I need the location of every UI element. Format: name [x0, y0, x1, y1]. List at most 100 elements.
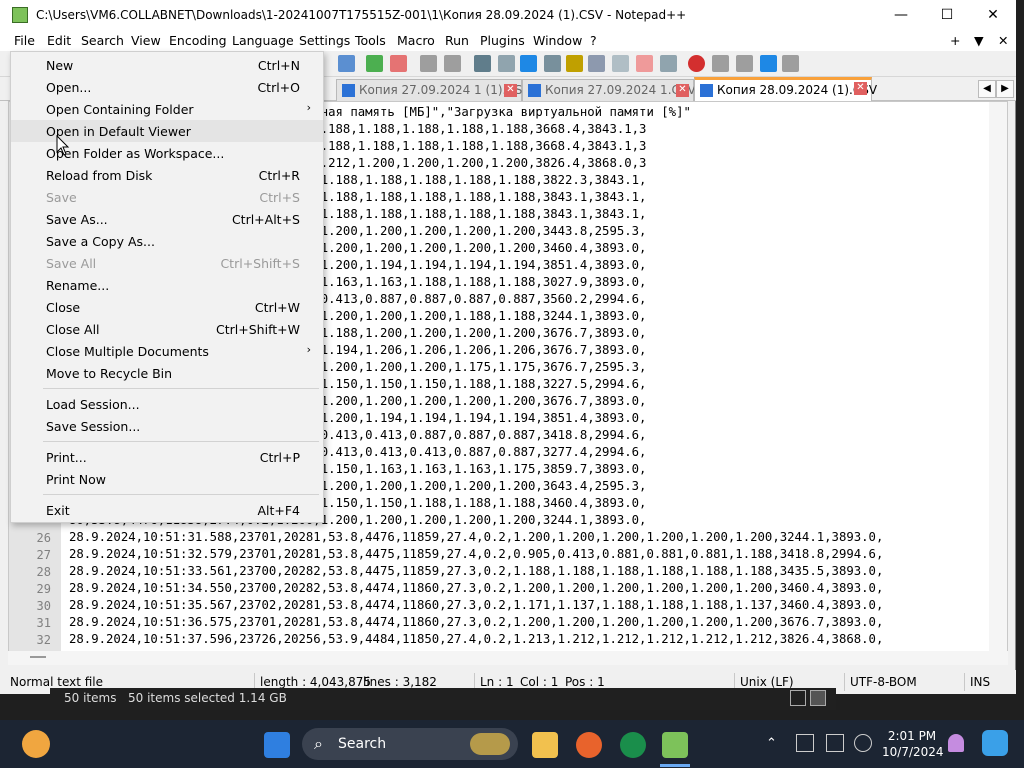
line-number: 27: [36, 548, 51, 562]
close-tab-icon[interactable]: ✕: [676, 84, 689, 97]
function-list-icon[interactable]: [588, 55, 605, 72]
file-icon: [342, 84, 355, 97]
file-explorer-icon[interactable]: [532, 732, 558, 758]
windows-start-icon[interactable]: [264, 732, 290, 758]
menu-item-reload-from-disk[interactable]: Reload from Disk Ctrl+R: [11, 164, 323, 186]
menu-file[interactable]: File: [14, 33, 35, 48]
tab-kopiya-27-09-2024-1-1[interactable]: Копия 27.09.2024 1 (1).CSV ✕: [336, 79, 531, 101]
display-icon[interactable]: [826, 734, 844, 752]
status-insert-mode: INS: [970, 675, 991, 689]
weather-icon[interactable]: [22, 730, 50, 758]
folder-as-workspace-icon[interactable]: [612, 55, 629, 72]
menu-help[interactable]: ?: [590, 33, 597, 48]
menu-encoding[interactable]: Encoding: [169, 33, 227, 48]
submenu-arrow-icon: ›: [306, 343, 311, 356]
indent-guide-icon[interactable]: [520, 55, 537, 72]
title-bar[interactable]: C:\Users\VM6.COLLABNET\Downloads\1-20241…: [0, 0, 1016, 30]
lang-udl-icon[interactable]: [544, 55, 561, 72]
menu-edit[interactable]: Edit: [47, 33, 71, 48]
vertical-scrollbar[interactable]: [989, 102, 1007, 664]
active-app-indicator: [660, 764, 690, 767]
menu-item-close-multiple-documents[interactable]: Close Multiple Documents ›: [11, 340, 323, 362]
network-icon[interactable]: [796, 734, 814, 752]
app-leaf-icon[interactable]: [620, 732, 646, 758]
tab-kopiya-27-09-2024-1[interactable]: Копия 27.09.2024 1.CSV ✕: [522, 79, 696, 101]
show-hidden-icons-icon[interactable]: ⌃: [766, 736, 777, 751]
menu-separator: [43, 388, 319, 389]
tab-scroll-right-button[interactable]: ▶: [996, 80, 1014, 98]
menu-search[interactable]: Search: [81, 33, 124, 48]
replace-icon[interactable]: [338, 55, 355, 72]
zoom-in-icon[interactable]: [366, 55, 383, 72]
tiles-view-icon[interactable]: [810, 690, 826, 706]
line-number: 28: [36, 565, 51, 579]
volume-icon[interactable]: [854, 734, 872, 752]
code-line: 28.9.2024,10:51:31.588,23701,20281,53.8,…: [69, 530, 884, 544]
zoom-out-icon[interactable]: [390, 55, 407, 72]
menu-item-save-a-copy-as[interactable]: Save a Copy As...: [11, 230, 323, 252]
menu-item-move-to-recycle-bin[interactable]: Move to Recycle Bin: [11, 362, 323, 384]
menu-view[interactable]: View: [131, 33, 161, 48]
stop-macro-icon[interactable]: [712, 55, 729, 72]
menu-item-rename[interactable]: Rename...: [11, 274, 323, 296]
taskbar-search-box[interactable]: ⌕ Search: [302, 728, 518, 760]
tab-scroll-left-button[interactable]: ◀: [978, 80, 996, 98]
menu-window[interactable]: Window: [533, 33, 582, 48]
new-tab-button[interactable]: +: [950, 33, 960, 48]
menu-item-save[interactable]: Save Ctrl+S: [11, 186, 323, 208]
menu-item-open[interactable]: Open... Ctrl+O: [11, 76, 323, 98]
menu-run[interactable]: Run: [445, 33, 469, 48]
doc-map-icon[interactable]: [566, 55, 583, 72]
search-icon: ⌕: [314, 734, 323, 753]
status-length: length : 4,043,875: [260, 675, 371, 689]
details-view-icon[interactable]: [790, 690, 806, 706]
menu-tools[interactable]: Tools: [355, 33, 386, 48]
doc-switcher-icon[interactable]: [636, 55, 653, 72]
menu-item-open-containing-folder[interactable]: Open Containing Folder ›: [11, 98, 323, 120]
menu-bar: File Edit Search View Encoding Language …: [0, 30, 1016, 51]
notepad-plus-plus-window: C:\Users\VM6.COLLABNET\Downloads\1-20241…: [0, 0, 1016, 694]
play-macro-icon[interactable]: [736, 55, 753, 72]
close-tab-icon[interactable]: ✕: [854, 82, 867, 95]
tab-list-button[interactable]: ▼: [974, 33, 984, 48]
menu-item-close[interactable]: Close Ctrl+W: [11, 296, 323, 318]
menu-item-exit[interactable]: Exit Alt+F4: [11, 499, 323, 521]
save-macro-icon[interactable]: [782, 55, 799, 72]
show-all-characters-icon[interactable]: [498, 55, 515, 72]
monitoring-icon[interactable]: [660, 55, 677, 72]
record-macro-icon[interactable]: [688, 55, 705, 72]
word-wrap-icon[interactable]: [474, 55, 491, 72]
search-label: Search: [338, 736, 387, 752]
notification-bell-icon[interactable]: [948, 734, 964, 752]
menu-item-print[interactable]: Print... Ctrl+P: [11, 446, 323, 468]
copilot-icon[interactable]: [982, 730, 1008, 756]
menu-item-new[interactable]: New Ctrl+N: [11, 54, 323, 76]
code-line: 28.9.2024,10:51:33.561,23700,20282,53.8,…: [69, 564, 884, 578]
menu-item-print-now[interactable]: Print Now: [11, 468, 323, 490]
run-macro-multiple-icon[interactable]: [760, 55, 777, 72]
menu-item-close-all[interactable]: Close All Ctrl+Shift+W: [11, 318, 323, 340]
menu-item-save-all[interactable]: Save All Ctrl+Shift+S: [11, 252, 323, 274]
notepad-plus-plus-taskbar-icon[interactable]: [662, 732, 688, 758]
sync-horizontal-icon[interactable]: [444, 55, 461, 72]
clock-time: 2:01 PM: [887, 729, 937, 743]
sync-vertical-icon[interactable]: [420, 55, 437, 72]
close-tab-icon[interactable]: ✕: [504, 84, 517, 97]
menu-settings[interactable]: Settings: [299, 33, 350, 48]
system-clock[interactable]: 2:01 PM 10/7/2024: [882, 728, 944, 760]
menu-plugins[interactable]: Plugins: [480, 33, 525, 48]
minimize-button[interactable]: —: [878, 0, 924, 30]
tab-label: Копия 27.09.2024 1.CSV: [545, 83, 696, 97]
close-document-button[interactable]: ✕: [998, 33, 1008, 48]
close-button[interactable]: ✕: [970, 0, 1016, 30]
menu-language[interactable]: Language: [232, 33, 294, 48]
line-number: 32: [36, 633, 51, 647]
firefox-icon[interactable]: [576, 732, 602, 758]
menu-item-save-session[interactable]: Save Session...: [11, 415, 323, 437]
maximize-button[interactable]: ☐: [924, 0, 970, 30]
menu-item-save-as[interactable]: Save As... Ctrl+Alt+S: [11, 208, 323, 230]
horizontal-scrollbar[interactable]: [8, 651, 1008, 665]
menu-macro[interactable]: Macro: [397, 33, 435, 48]
tab-kopiya-28-09-2024-1[interactable]: Копия 28.09.2024 (1).CSV ✕: [694, 77, 877, 101]
menu-item-load-session[interactable]: Load Session...: [11, 393, 323, 415]
